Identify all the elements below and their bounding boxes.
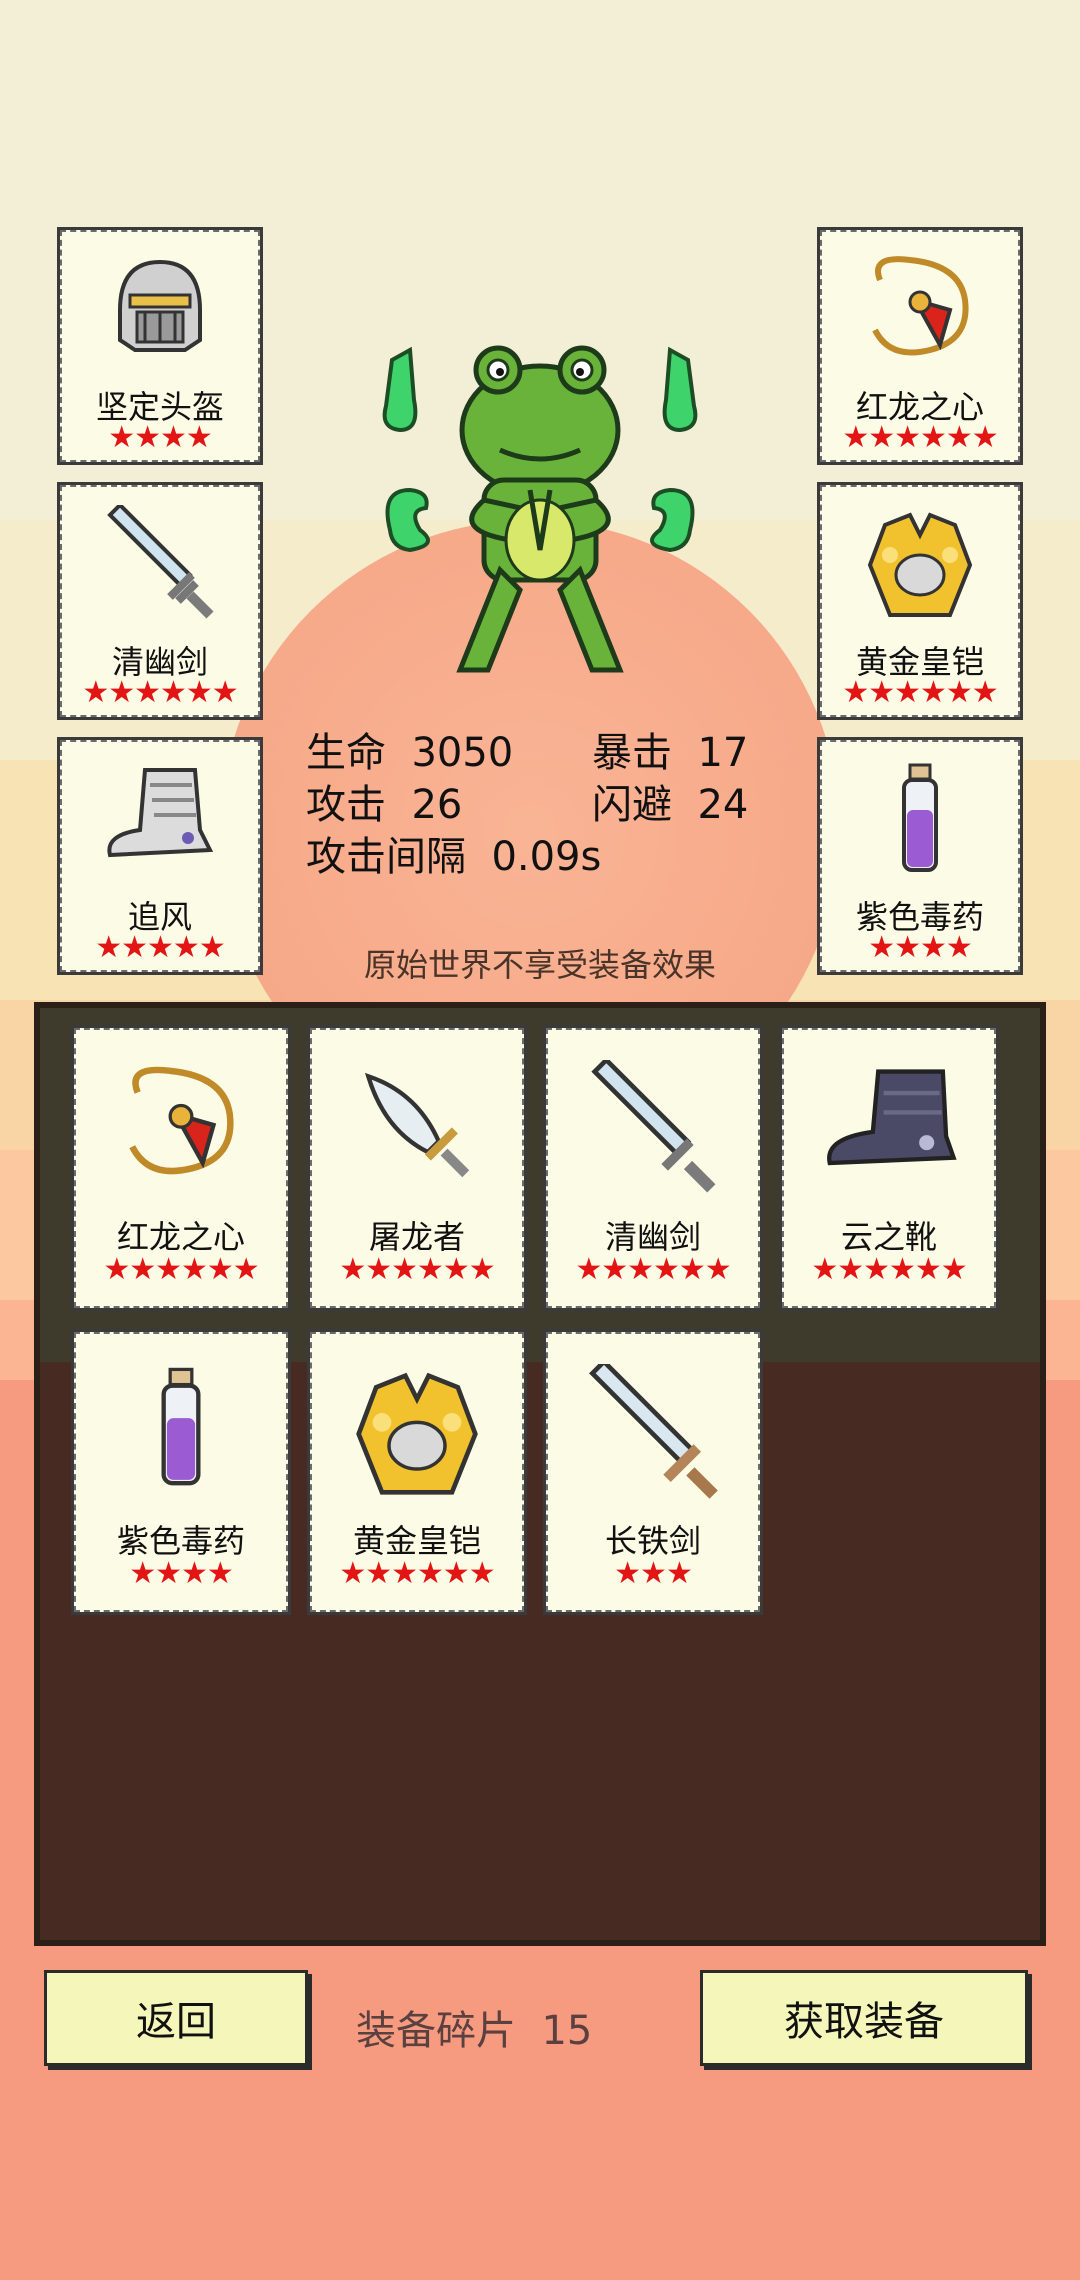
inventory-item[interactable]: 红龙之心 ★★★★★★	[74, 1028, 288, 1308]
equip-stars: ★★★★★★	[842, 675, 998, 710]
item-stars: ★★★★★★	[811, 1252, 967, 1287]
stat-value: 3050	[411, 730, 514, 776]
item-stars: ★★★★	[129, 1556, 234, 1591]
sword-icon	[62, 505, 258, 625]
item-stars: ★★★	[614, 1556, 693, 1591]
item-stars: ★★★★★★	[339, 1556, 495, 1591]
boots-icon	[62, 760, 258, 880]
long-sword-icon	[548, 1364, 758, 1504]
equip-slot-armor[interactable]: 黄金皇铠 ★★★★★★	[820, 485, 1020, 717]
equip-stars: ★★★★★★	[842, 420, 998, 455]
stat-value: 17	[697, 730, 749, 776]
fragments-counter: 装备碎片 15	[356, 1998, 592, 2056]
equip-slot-helmet[interactable]: 坚定头盔 ★★★★	[60, 230, 260, 462]
sword-icon	[548, 1060, 758, 1200]
dark-boots-icon	[784, 1060, 994, 1200]
golden-armor-icon	[312, 1364, 522, 1504]
poison-vial-icon	[822, 760, 1018, 880]
equip-stars: ★★★★	[868, 930, 973, 965]
item-stars: ★★★★★★	[575, 1252, 731, 1287]
equip-slot-weapon[interactable]: 清幽剑 ★★★★★★	[60, 485, 260, 717]
stat-label: 暴击	[592, 730, 672, 776]
stat-value: 26	[411, 782, 463, 828]
equip-stars: ★★★★★	[95, 930, 225, 965]
inventory-item[interactable]: 云之靴 ★★★★★★	[782, 1028, 996, 1308]
golden-armor-icon	[822, 505, 1018, 625]
inventory-item[interactable]: 紫色毒药 ★★★★	[74, 1332, 288, 1612]
stat-value: 0.09s	[491, 834, 602, 880]
inventory-item[interactable]: 黄金皇铠 ★★★★★★	[310, 1332, 524, 1612]
inventory-item[interactable]: 屠龙者 ★★★★★★	[310, 1028, 524, 1308]
inventory-item[interactable]: 清幽剑 ★★★★★★	[546, 1028, 760, 1308]
amulet-icon	[822, 250, 1018, 370]
equip-stars: ★★★★	[108, 420, 213, 455]
inventory-item[interactable]: 长铁剑 ★★★	[546, 1332, 760, 1612]
amulet-icon	[76, 1060, 286, 1200]
equip-slot-amulet[interactable]: 红龙之心 ★★★★★★	[820, 230, 1020, 462]
stat-value: 24	[697, 782, 749, 828]
inventory-panel: 红龙之心 ★★★★★★ 屠龙者 ★★★★★★ 清幽剑 ★★★★★★ 云之靴 ★★…	[34, 1002, 1046, 1946]
stat-label: 闪避	[592, 782, 672, 828]
item-stars: ★★★★★★	[103, 1252, 259, 1287]
poison-vial-icon	[76, 1364, 286, 1504]
back-button[interactable]: 返回	[44, 1970, 308, 2066]
stat-label: 生命	[306, 730, 386, 776]
item-stars: ★★★★★★	[339, 1252, 495, 1287]
get-equipment-button[interactable]: 获取装备	[700, 1970, 1028, 2066]
equip-stars: ★★★★★★	[82, 675, 238, 710]
frog-hero-icon	[382, 345, 698, 673]
equip-slot-potion[interactable]: 紫色毒药 ★★★★	[820, 740, 1020, 972]
helmet-icon	[62, 250, 258, 370]
equip-slot-boots[interactable]: 追风 ★★★★★	[60, 740, 260, 972]
stat-label: 攻击	[306, 782, 386, 828]
notice-text: 原始世界不享受装备效果	[363, 946, 716, 984]
stat-label: 攻击间隔	[306, 834, 466, 880]
fragments-label: 装备碎片	[356, 2008, 516, 2054]
dagger-icon	[312, 1060, 522, 1200]
fragments-value: 15	[541, 2008, 593, 2054]
